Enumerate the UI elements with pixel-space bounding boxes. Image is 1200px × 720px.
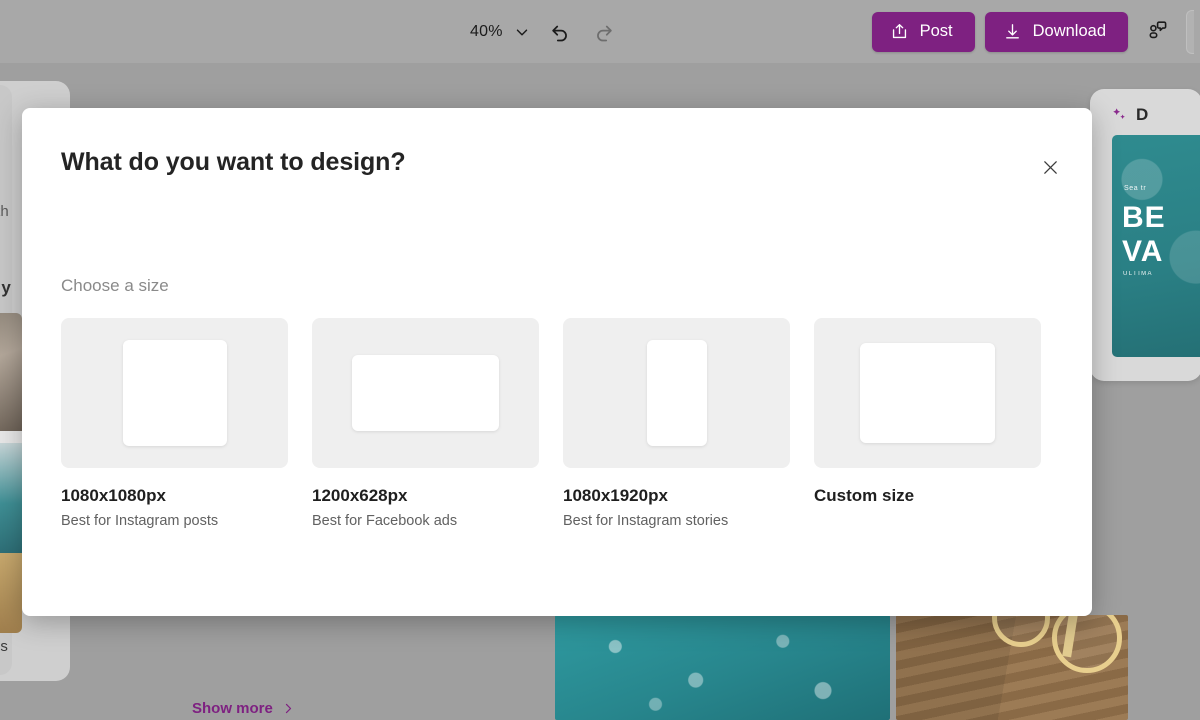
size-option-custom[interactable]: Custom size (814, 318, 1041, 529)
size-preview (312, 318, 539, 468)
size-option-1200x628[interactable]: 1200x628px Best for Facebook ads (312, 318, 539, 529)
choose-size-label: Choose a size (61, 276, 169, 295)
size-option-description: Best for Facebook ads (312, 513, 458, 529)
size-shape-square (122, 340, 227, 446)
size-option-name: 1080x1080px (61, 486, 166, 505)
size-option-description: Best for Instagram stories (563, 513, 729, 529)
size-options-grid: 1080x1080px Best for Instagram posts 120… (61, 318, 1041, 529)
size-shape-landscape (352, 355, 499, 431)
size-preview (61, 318, 288, 468)
size-shape-custom (860, 343, 995, 443)
size-option-1080x1080[interactable]: 1080x1080px Best for Instagram posts (61, 318, 288, 529)
size-option-name: Custom size (814, 486, 915, 505)
app-root: 40% Post Download h y s Show more D Sea … (0, 0, 1200, 720)
size-option-description: Best for Instagram posts (61, 513, 219, 529)
size-preview (814, 318, 1041, 468)
size-preview (563, 318, 790, 468)
design-size-modal: What do you want to design? Choose a siz… (22, 108, 1092, 616)
modal-title: What do you want to design? (61, 148, 406, 176)
close-button[interactable] (1034, 153, 1066, 185)
size-option-1080x1920[interactable]: 1080x1920px Best for Instagram stories (563, 318, 790, 529)
size-option-name: 1080x1920px (563, 486, 668, 505)
size-option-name: 1200x628px (312, 486, 408, 505)
close-icon (1040, 157, 1061, 181)
size-shape-portrait (646, 340, 707, 446)
